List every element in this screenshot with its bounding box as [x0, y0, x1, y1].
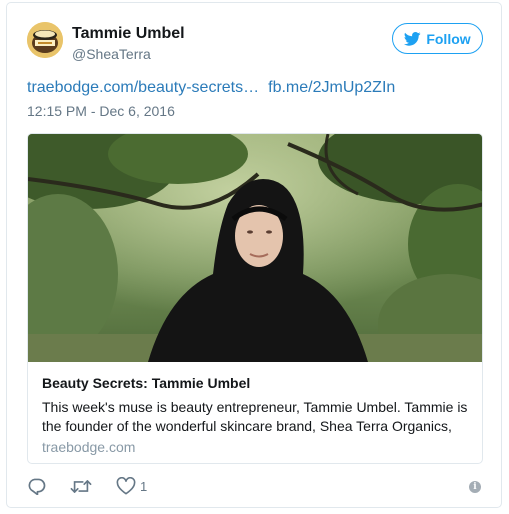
reply-icon [28, 478, 46, 495]
reply-button[interactable] [27, 478, 46, 495]
twitter-bird-icon [404, 31, 421, 46]
avatar-jar-image [27, 22, 63, 58]
link-traebodge[interactable]: traebodge.com/beauty-secrets… [27, 79, 259, 96]
author-handle[interactable]: @SheaTerra [72, 46, 151, 62]
timestamp[interactable]: 12:15 PM - Dec 6, 2016 [27, 103, 175, 119]
info-icon[interactable]: i [469, 481, 481, 493]
avatar[interactable] [27, 22, 63, 58]
like-button[interactable]: 1 [116, 477, 147, 495]
card-title: Beauty Secrets: Tammie Umbel [42, 375, 251, 391]
heart-icon [116, 477, 136, 495]
card-domain: traebodge.com [42, 439, 136, 455]
embedded-tweet: Tammie Umbel @SheaTerra Follow traebodge… [6, 2, 502, 508]
link-fb[interactable]: fb.me/2JmUp2ZIn [268, 79, 395, 96]
woman-under-tree-photo [28, 134, 482, 362]
follow-button[interactable]: Follow [392, 23, 483, 54]
author-name[interactable]: Tammie Umbel [72, 25, 185, 43]
follow-label: Follow [426, 30, 471, 47]
tweet-text: traebodge.com/beauty-secrets… fb.me/2JmUp… [27, 79, 395, 97]
tweet-actions: 1 [27, 477, 147, 495]
card-description: This week's muse is beauty entrepreneur,… [42, 399, 468, 434]
like-count: 1 [140, 478, 148, 494]
retweet-icon [70, 479, 92, 493]
link-card[interactable]: Beauty Secrets: Tammie Umbel This week's… [27, 133, 483, 464]
retweet-button[interactable] [70, 478, 92, 495]
